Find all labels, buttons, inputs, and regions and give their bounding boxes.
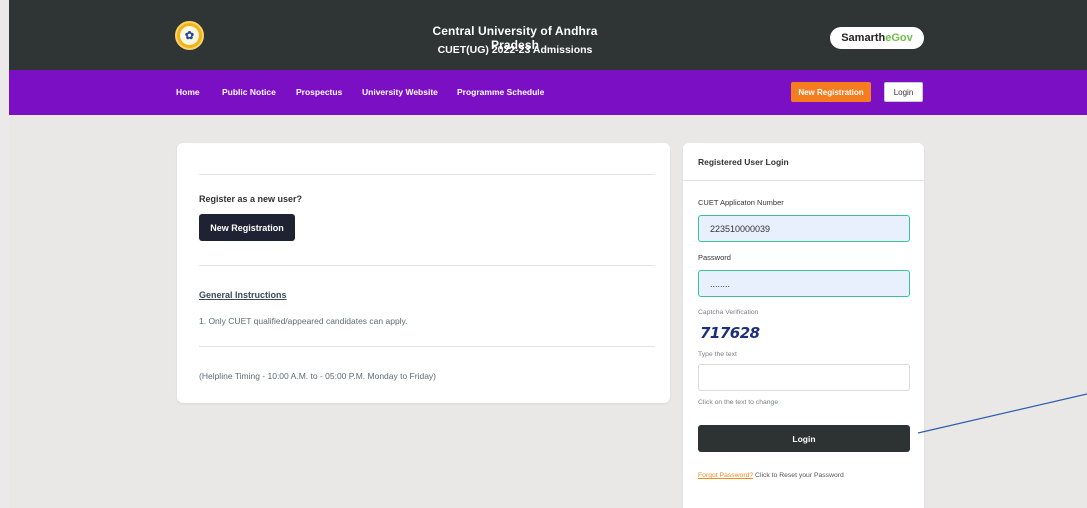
instruction-item: 1. Only CUET qualified/appeared candidat… bbox=[199, 316, 408, 326]
nav-prospectus[interactable]: Prospectus bbox=[296, 87, 342, 97]
forgot-password-link[interactable]: Forgot Password? bbox=[698, 472, 753, 479]
captcha-input-label: Type the text bbox=[698, 351, 737, 358]
nav-university-website[interactable]: University Website bbox=[362, 87, 438, 97]
register-question: Register as a new user? bbox=[199, 194, 303, 204]
nav-home[interactable]: Home bbox=[176, 87, 200, 97]
registration-card bbox=[177, 143, 670, 403]
nav-login-button[interactable]: Login bbox=[884, 82, 923, 102]
captcha-input[interactable] bbox=[698, 364, 910, 391]
divider bbox=[199, 346, 655, 347]
nav-new-registration-button[interactable]: New Registration bbox=[791, 82, 871, 102]
forgot-password-row: Forgot Password? Click to Reset your Pas… bbox=[698, 472, 844, 479]
divider bbox=[199, 174, 655, 175]
forgot-password-text: Click to Reset your Password bbox=[755, 472, 844, 479]
login-heading: Registered User Login bbox=[698, 157, 789, 167]
page-subtitle: CUET(UG) 2022-23 Admissions bbox=[437, 44, 593, 56]
nav-public-notice[interactable]: Public Notice bbox=[222, 87, 276, 97]
application-number-label: CUET Applicaton Number bbox=[698, 198, 784, 207]
nav-programme-schedule[interactable]: Programme Schedule bbox=[457, 87, 544, 97]
helpline-timing: (Helpline Timing - 10:00 A.M. to - 05:00… bbox=[199, 371, 437, 381]
instructions-heading: General Instructions bbox=[199, 290, 287, 300]
captcha-image[interactable]: 717628 bbox=[700, 324, 760, 342]
password-input[interactable] bbox=[698, 270, 910, 297]
captcha-hint: Click on the text to change bbox=[698, 399, 779, 406]
main-nav bbox=[9, 70, 1087, 115]
password-label: Password bbox=[698, 253, 731, 262]
new-registration-button[interactable]: New Registration bbox=[199, 214, 295, 241]
brand-secondary: eGov bbox=[885, 32, 913, 44]
divider bbox=[199, 265, 655, 266]
brand-primary: Samarth bbox=[841, 32, 886, 44]
login-button[interactable]: Login bbox=[698, 425, 910, 452]
divider bbox=[683, 180, 924, 181]
samarth-egov-logo[interactable]: SamartheGov bbox=[830, 27, 924, 49]
captcha-label: Captcha Verification bbox=[698, 309, 759, 316]
application-number-input[interactable] bbox=[698, 215, 910, 242]
university-emblem-icon[interactable]: ✿ bbox=[175, 21, 204, 50]
